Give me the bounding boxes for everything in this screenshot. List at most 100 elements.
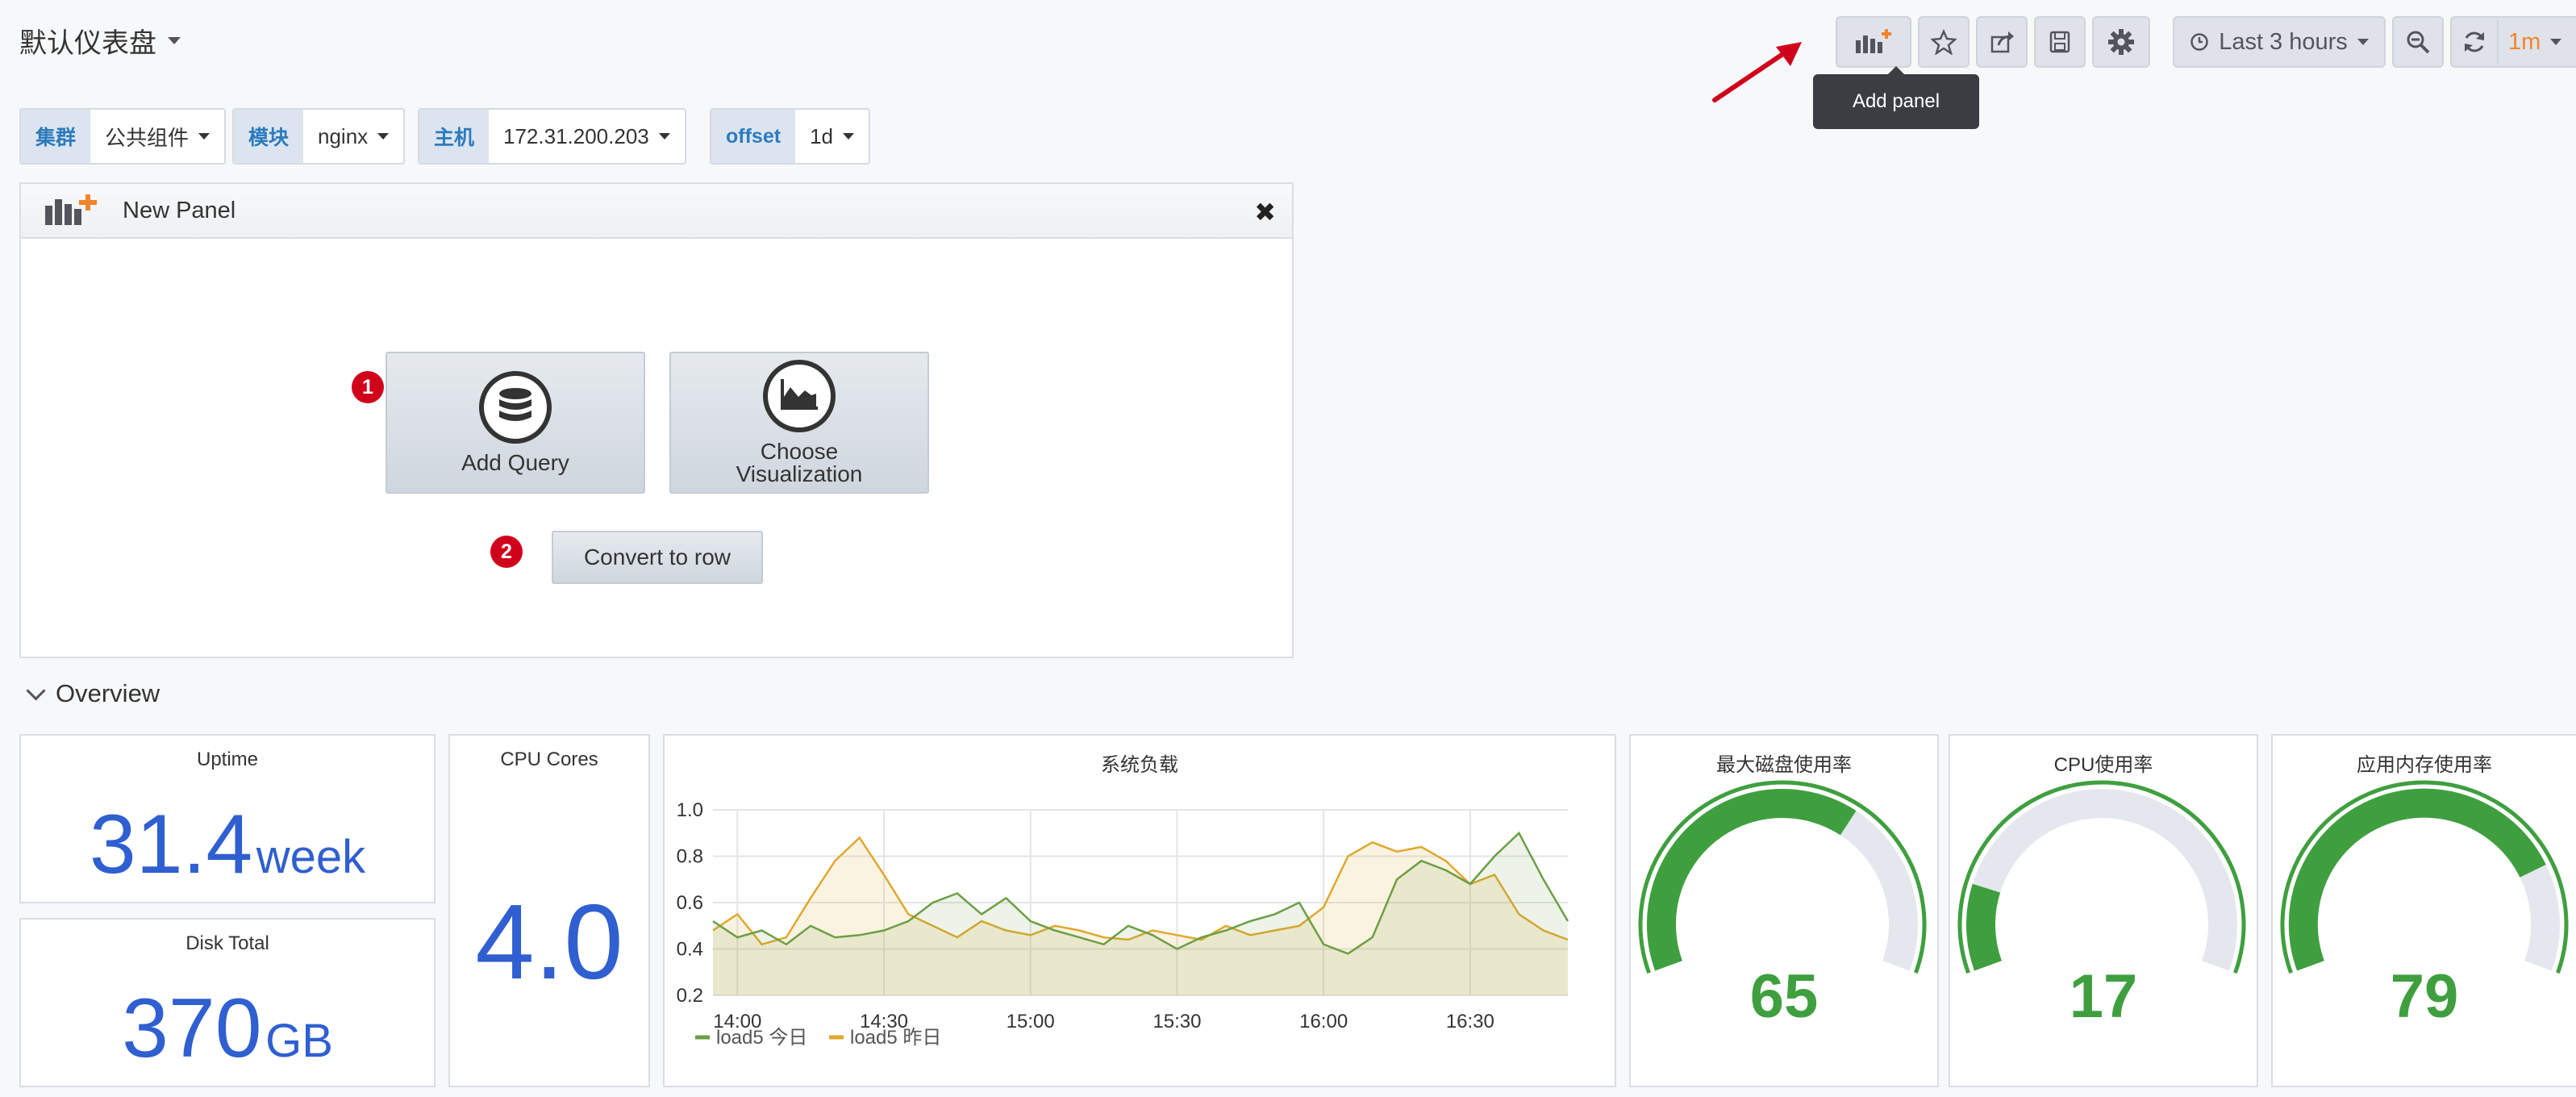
divider xyxy=(2497,19,2499,65)
variable-select[interactable]: 172.31.200.203 xyxy=(489,110,685,163)
stat-unit: week xyxy=(256,831,366,883)
refresh-picker[interactable]: 1m xyxy=(2450,16,2576,68)
panel-title: 应用内存使用率 xyxy=(2357,754,2492,776)
variable-host[interactable]: 主机 172.31.200.203 xyxy=(418,108,686,165)
zoom-out-button[interactable] xyxy=(2392,16,2444,68)
chevron-down-icon xyxy=(377,133,390,140)
convert-to-row-button[interactable]: Convert to row xyxy=(552,531,763,584)
panel-title: Uptime xyxy=(196,749,259,770)
system-load-chart: 0.20.40.60.81.014:00 14:30 15:00 15:30 16:00… xyxy=(677,799,1569,1049)
add-panel-icon xyxy=(1856,29,1891,53)
new-panel-header: New Panel ✖ xyxy=(21,184,1292,239)
chevron-down-icon xyxy=(2357,39,2369,45)
gauge-fill xyxy=(1966,883,2003,971)
refresh-interval-label: 1m xyxy=(2508,28,2541,55)
y-tick-label: 0.2 xyxy=(677,985,703,1007)
annotation-arrow-icon xyxy=(1712,42,1802,102)
uptime-panel: Uptime 31.4 week xyxy=(19,734,436,903)
x-tick-label: 16:00 xyxy=(1299,1011,1348,1032)
dashboard-title-text: 默认仪表盘 xyxy=(19,28,156,59)
variable-label: offset xyxy=(711,110,796,163)
gauge-cpu xyxy=(1957,780,2246,974)
variable-label: 模块 xyxy=(234,110,304,163)
gauge-value: 79 xyxy=(2390,962,2459,1031)
chevron-down-icon xyxy=(2550,39,2562,45)
variable-offset[interactable]: offset 1d xyxy=(710,108,870,165)
stat-value: 31.4 xyxy=(89,798,253,891)
variable-value: 1d xyxy=(810,123,833,148)
variable-label: 主机 xyxy=(419,110,490,163)
add-panel-button[interactable] xyxy=(1836,16,1911,68)
y-tick-label: 0.8 xyxy=(677,846,703,868)
step-badge-1: 1 xyxy=(352,371,384,403)
add-panel-tooltip: Add panel xyxy=(1813,66,1979,129)
new-panel-title: New Panel xyxy=(123,197,236,223)
new-panel: New Panel ✖ 1 Add Query Choose Visualiza… xyxy=(19,182,1294,658)
row-title: Overview xyxy=(56,679,160,707)
x-tick-label: 15:30 xyxy=(1153,1011,1201,1032)
system-load-panel: 系统负载 0.2 0.4 0.6 0.8 1.0 14:00 14:30 15:00 15:30… xyxy=(663,734,1616,1087)
chevron-down-icon xyxy=(168,37,181,44)
gauge-track xyxy=(1966,789,2237,971)
x-tick-label: 16:30 xyxy=(1446,1011,1494,1032)
variable-label: 集群 xyxy=(21,110,91,163)
stat-value: 4.0 xyxy=(475,882,623,1001)
uptime-stat: 31.4 week xyxy=(21,797,434,893)
panel-title: CPU Cores xyxy=(500,749,598,770)
choose-visualization-label-2: Visualization xyxy=(736,461,863,486)
panel-title: Disk Total xyxy=(185,932,269,954)
gauge-panel-disk: 最大磁盘使用率 65 xyxy=(1629,734,1939,1087)
chevron-down-icon xyxy=(842,133,854,140)
legend-label: load5 昨日 xyxy=(850,1027,941,1049)
y-tick-label: 1.0 xyxy=(677,799,703,821)
gauge-fill xyxy=(2288,788,2546,971)
gauge-memory xyxy=(2280,780,2569,974)
variable-select[interactable]: 1d xyxy=(795,110,869,163)
step-badge-2: 2 xyxy=(490,536,523,568)
gauge-disk xyxy=(1638,780,1927,974)
star-icon xyxy=(1931,29,1957,55)
refresh-icon xyxy=(2465,31,2484,52)
time-range-label: Last 3 hours xyxy=(2219,28,2348,55)
add-query-label: Add Query xyxy=(461,450,569,475)
area-chart-icon xyxy=(763,360,836,432)
close-icon[interactable]: ✖ xyxy=(1254,197,1276,227)
variable-module[interactable]: 模块 nginx xyxy=(232,108,406,165)
zoom-out-icon xyxy=(2407,31,2430,54)
cpu-cores-panel: CPU Cores 4.0 xyxy=(448,734,650,1087)
variable-value: nginx xyxy=(318,123,369,148)
legend-label: load5 今日 xyxy=(716,1027,807,1049)
row-header-overview[interactable]: Overview xyxy=(26,679,160,708)
clock-icon xyxy=(2190,33,2208,51)
panel-title: CPU使用率 xyxy=(2053,754,2153,776)
save-button[interactable] xyxy=(2034,16,2086,68)
share-button[interactable] xyxy=(1976,16,2028,68)
variable-select[interactable]: 公共组件 xyxy=(90,110,225,163)
variable-cluster[interactable]: 集群 公共组件 xyxy=(19,108,227,165)
variable-value: 公共组件 xyxy=(105,125,190,150)
gauge-panel-cpu: CPU使用率 17 xyxy=(1949,734,2258,1087)
database-icon xyxy=(479,371,552,444)
add-query-button[interactable]: Add Query xyxy=(386,352,645,494)
variable-value: 172.31.200.203 xyxy=(503,123,649,148)
gauge-panel-memory: 应用内存使用率 79 xyxy=(2271,734,2576,1087)
share-icon xyxy=(1990,31,2014,53)
gauge-value: 17 xyxy=(2069,962,2138,1031)
star-button[interactable] xyxy=(1918,16,1970,68)
dashboard-title[interactable]: 默认仪表盘 xyxy=(19,21,181,60)
variable-select[interactable]: nginx xyxy=(303,110,404,163)
settings-button[interactable] xyxy=(2092,16,2150,68)
choose-visualization-label-1: Choose xyxy=(760,439,839,464)
time-range-picker[interactable]: Last 3 hours xyxy=(2173,16,2386,68)
gauge-value: 65 xyxy=(1749,962,1819,1031)
disk-total-stat: 370 GB xyxy=(21,981,434,1077)
x-tick-label: 15:00 xyxy=(1007,1011,1055,1032)
chevron-down-icon xyxy=(26,680,46,701)
disk-total-panel: Disk Total 370 GB xyxy=(19,918,436,1087)
y-tick-label: 0.4 xyxy=(677,939,703,961)
chevron-down-icon xyxy=(658,133,670,140)
panel-title: 最大磁盘使用率 xyxy=(1716,754,1852,776)
choose-visualization-button[interactable]: Choose Visualization xyxy=(669,352,929,494)
save-icon xyxy=(2049,31,2070,53)
chevron-down-icon xyxy=(198,133,210,140)
